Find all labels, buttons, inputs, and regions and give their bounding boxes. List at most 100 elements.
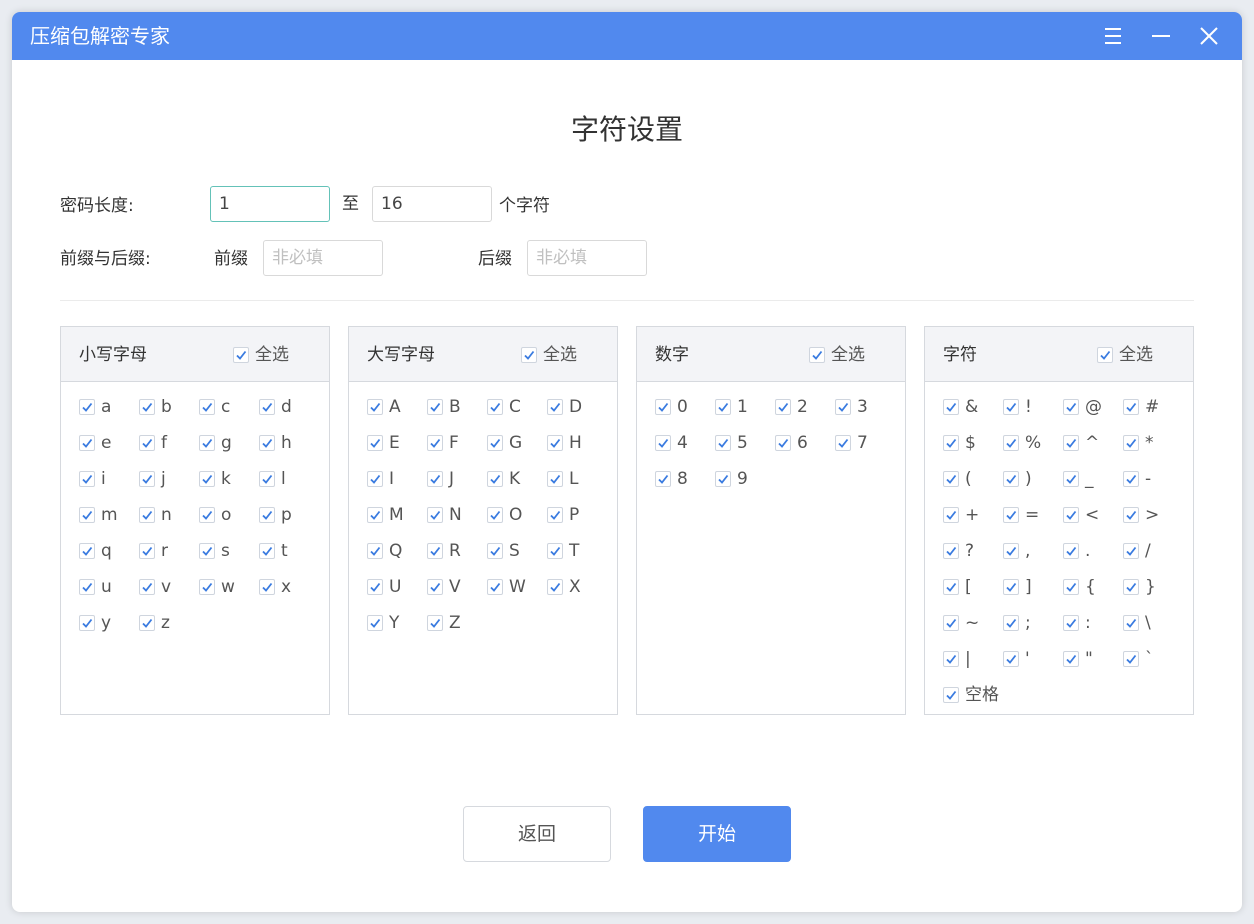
char-option[interactable]: Z [427, 611, 483, 635]
checkbox[interactable] [1123, 435, 1139, 451]
checkbox[interactable] [139, 471, 155, 487]
checkbox[interactable] [487, 399, 503, 415]
checkbox[interactable] [487, 507, 503, 523]
checkbox[interactable] [79, 579, 95, 595]
char-option[interactable]: ! [1003, 395, 1059, 419]
char-option[interactable]: C [487, 395, 543, 419]
char-option[interactable]: z [139, 611, 195, 635]
char-option[interactable]: B [427, 395, 483, 419]
char-option[interactable]: I [367, 467, 423, 491]
char-option[interactable]: a [79, 395, 135, 419]
checkbox[interactable] [1003, 507, 1019, 523]
char-option[interactable]: ) [1003, 467, 1059, 491]
char-option[interactable]: 7 [835, 431, 891, 455]
char-option[interactable]: $ [943, 431, 999, 455]
char-option[interactable]: 3 [835, 395, 891, 419]
checkbox[interactable] [79, 399, 95, 415]
char-option[interactable]: D [547, 395, 603, 419]
char-option[interactable]: b [139, 395, 195, 419]
char-option[interactable]: w [199, 575, 255, 599]
char-option[interactable]: Q [367, 539, 423, 563]
checkbox[interactable] [1063, 615, 1079, 631]
checkbox[interactable] [79, 471, 95, 487]
minimize-button[interactable] [1149, 24, 1173, 48]
checkbox[interactable] [199, 435, 215, 451]
prefix-input[interactable] [263, 240, 383, 276]
checkbox[interactable] [427, 435, 443, 451]
char-option[interactable]: f [139, 431, 195, 455]
start-button[interactable]: 开始 [643, 806, 791, 862]
checkbox[interactable] [1003, 435, 1019, 451]
checkbox[interactable] [427, 615, 443, 631]
char-option[interactable]: U [367, 575, 423, 599]
char-option[interactable]: S [487, 539, 543, 563]
char-option[interactable]: ` [1123, 647, 1179, 671]
checkbox[interactable] [1003, 399, 1019, 415]
checkbox[interactable] [1123, 399, 1139, 415]
char-option[interactable]: & [943, 395, 999, 419]
char-option[interactable]: 空格 [943, 683, 999, 707]
char-option[interactable]: = [1003, 503, 1059, 527]
char-option[interactable]: u [79, 575, 135, 599]
char-option[interactable]: G [487, 431, 543, 455]
char-option[interactable]: _ [1063, 467, 1119, 491]
char-option[interactable]: X [547, 575, 603, 599]
checkbox[interactable] [1123, 543, 1139, 559]
checkbox[interactable] [1003, 651, 1019, 667]
checkbox[interactable] [1063, 579, 1079, 595]
char-option[interactable]: 6 [775, 431, 831, 455]
char-option[interactable]: k [199, 467, 255, 491]
checkbox[interactable] [1123, 471, 1139, 487]
checkbox[interactable] [943, 507, 959, 523]
checkbox[interactable] [259, 507, 275, 523]
char-option[interactable]: n [139, 503, 195, 527]
char-option[interactable]: 2 [775, 395, 831, 419]
char-option[interactable]: | [943, 647, 999, 671]
char-option[interactable]: i [79, 467, 135, 491]
char-option[interactable]: 8 [655, 467, 711, 491]
char-option[interactable]: E [367, 431, 423, 455]
checkbox[interactable] [367, 579, 383, 595]
checkbox[interactable] [199, 507, 215, 523]
checkbox[interactable] [367, 399, 383, 415]
char-option[interactable]: F [427, 431, 483, 455]
char-option[interactable]: 9 [715, 467, 771, 491]
checkbox[interactable] [775, 399, 791, 415]
char-option[interactable]: * [1123, 431, 1179, 455]
checkbox[interactable] [199, 579, 215, 595]
checkbox[interactable] [487, 579, 503, 595]
char-option[interactable]: r [139, 539, 195, 563]
checkbox[interactable] [427, 507, 443, 523]
char-option[interactable]: h [259, 431, 315, 455]
checkbox[interactable] [233, 347, 249, 363]
checkbox[interactable] [943, 651, 959, 667]
char-option[interactable]: A [367, 395, 423, 419]
checkbox[interactable] [487, 471, 503, 487]
char-option[interactable]: , [1003, 539, 1059, 563]
char-option[interactable]: T [547, 539, 603, 563]
checkbox[interactable] [139, 507, 155, 523]
checkbox[interactable] [427, 543, 443, 559]
char-option[interactable]: @ [1063, 395, 1119, 419]
checkbox[interactable] [367, 507, 383, 523]
char-option[interactable]: t [259, 539, 315, 563]
char-option[interactable]: d [259, 395, 315, 419]
char-option[interactable]: x [259, 575, 315, 599]
checkbox[interactable] [427, 579, 443, 595]
char-option[interactable]: J [427, 467, 483, 491]
char-option[interactable]: ? [943, 539, 999, 563]
char-option[interactable]: < [1063, 503, 1119, 527]
char-option[interactable]: ~ [943, 611, 999, 635]
checkbox[interactable] [1003, 471, 1019, 487]
checkbox[interactable] [1063, 651, 1079, 667]
char-option[interactable]: y [79, 611, 135, 635]
checkbox[interactable] [79, 435, 95, 451]
checkbox[interactable] [1063, 471, 1079, 487]
checkbox[interactable] [943, 543, 959, 559]
checkbox[interactable] [367, 543, 383, 559]
checkbox[interactable] [139, 615, 155, 631]
char-option[interactable]: 1 [715, 395, 771, 419]
char-option[interactable]: c [199, 395, 255, 419]
char-option[interactable]: o [199, 503, 255, 527]
checkbox[interactable] [1003, 579, 1019, 595]
